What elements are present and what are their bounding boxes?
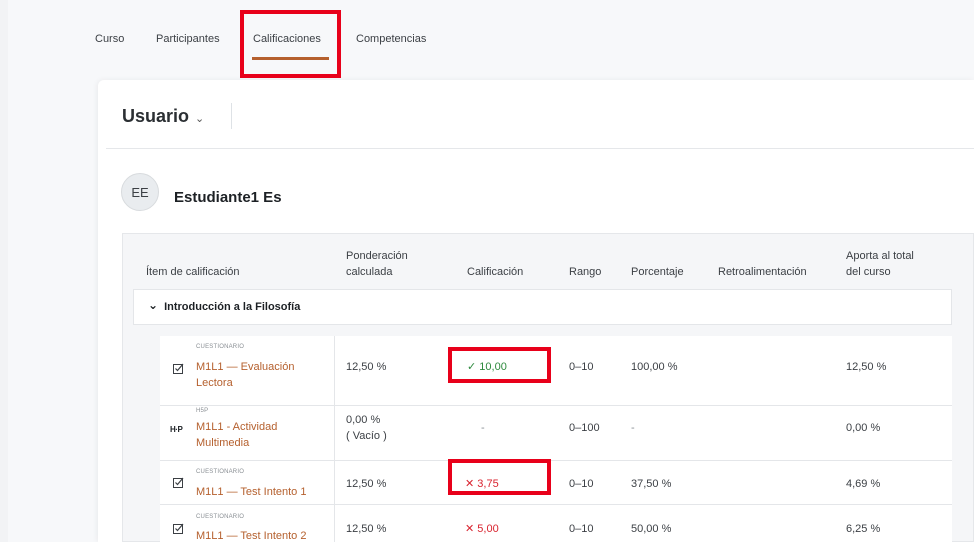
- divider: [334, 336, 335, 406]
- percent-value: -: [631, 422, 635, 434]
- grade-value: ✕ 3,75: [465, 476, 499, 492]
- close-icon: ✕: [465, 478, 475, 490]
- active-tab-indicator: [252, 57, 329, 60]
- column-header-contribution-line2: del curso: [846, 266, 891, 278]
- tab-competencias[interactable]: Competencias: [356, 33, 426, 45]
- contribution-value: 4,69 %: [846, 478, 881, 490]
- close-icon: ✕: [465, 523, 475, 535]
- tab-curso[interactable]: Curso: [95, 33, 124, 45]
- check-icon: ✓: [467, 361, 477, 373]
- percent-value: 37,50 %: [631, 478, 672, 490]
- grade-value: ✓ 10,00: [467, 359, 507, 375]
- weight-value: 12,50 %: [346, 523, 387, 535]
- grade-number: 10,00: [479, 361, 507, 373]
- item-type-label: CUESTIONARIO: [196, 514, 245, 520]
- range-value: 0–10: [569, 523, 594, 535]
- weight-value-line1: 0,00 %: [346, 414, 381, 426]
- divider: [231, 103, 232, 129]
- column-header-grade: Calificación: [467, 266, 524, 278]
- column-header-weight-line1: Ponderación: [346, 250, 408, 262]
- h5p-icon: H·P: [170, 425, 183, 434]
- grade-number: 3,75: [477, 478, 499, 490]
- grade-item-link[interactable]: M1L1 — Evaluación Lectora: [196, 359, 294, 391]
- item-type-label: CUESTIONARIO: [196, 344, 245, 350]
- user-selector[interactable]: Usuario ⌄: [122, 106, 204, 127]
- contribution-value: 0,00 %: [846, 422, 881, 434]
- percent-value: 100,00 %: [631, 361, 678, 373]
- table-row: [160, 406, 952, 461]
- grade-number: 5,00: [477, 523, 499, 535]
- quiz-icon: [173, 523, 184, 534]
- contribution-value: 6,25 %: [846, 523, 881, 535]
- avatar: EE: [121, 173, 159, 211]
- tab-calificaciones[interactable]: Calificaciones: [253, 33, 321, 45]
- divider: [106, 148, 974, 149]
- column-header-percent: Porcentaje: [631, 266, 684, 278]
- category-toggle[interactable]: ⌄ Introducción a la Filosofía: [148, 298, 301, 313]
- grade-item-link-line2: Lectora: [196, 377, 233, 389]
- chevron-down-icon: ⌄: [195, 112, 205, 125]
- quiz-icon: [173, 363, 184, 374]
- weight-value-line2: ( Vacío ): [346, 430, 387, 442]
- student-name: Estudiante1 Es: [174, 189, 282, 206]
- column-header-contribution: Aporta al total del curso: [846, 248, 914, 280]
- weight-value: 0,00 % ( Vacío ): [346, 412, 387, 444]
- grade-item-link[interactable]: M1L1 — Test Intento 1: [196, 484, 306, 500]
- left-edge: [0, 0, 8, 542]
- contribution-value: 12,50 %: [846, 361, 887, 373]
- weight-value: 12,50 %: [346, 361, 387, 373]
- column-header-weight: Ponderación calculada: [346, 248, 408, 280]
- divider: [334, 461, 335, 505]
- item-type-label: H5P: [196, 408, 209, 414]
- item-type-label: CUESTIONARIO: [196, 469, 245, 475]
- column-header-feedback: Retroalimentación: [718, 266, 807, 278]
- divider: [334, 505, 335, 542]
- range-value: 0–100: [569, 422, 600, 434]
- chevron-down-icon: ⌄: [148, 298, 159, 312]
- percent-value: 50,00 %: [631, 523, 672, 535]
- weight-value: 12,50 %: [346, 478, 387, 490]
- grade-value: ✕ 5,00: [465, 521, 499, 537]
- column-header-contribution-line1: Aporta al total: [846, 250, 914, 262]
- quiz-icon: [173, 477, 184, 488]
- column-header-weight-line2: calculada: [346, 266, 393, 278]
- grade-item-link[interactable]: M1L1 - Actividad Multimedia: [196, 419, 277, 451]
- grade-value: -: [481, 422, 485, 434]
- grade-item-link-line1: M1L1 - Actividad: [196, 421, 278, 433]
- column-header-range: Rango: [569, 266, 602, 278]
- grade-item-link-line1: M1L1 — Evaluación: [196, 361, 295, 373]
- range-value: 0–10: [569, 478, 594, 490]
- grade-item-link-line2: Multimedia: [196, 437, 250, 449]
- tab-participantes[interactable]: Participantes: [156, 33, 220, 45]
- divider: [334, 406, 335, 461]
- range-value: 0–10: [569, 361, 594, 373]
- column-header-item: Ítem de calificación: [146, 266, 240, 278]
- grade-item-link[interactable]: M1L1 — Test Intento 2: [196, 528, 306, 542]
- category-name: Introducción a la Filosofía: [164, 301, 301, 313]
- secondary-navigation: [8, 0, 974, 64]
- avatar-initials: EE: [131, 184, 149, 200]
- user-selector-label: Usuario: [122, 106, 190, 126]
